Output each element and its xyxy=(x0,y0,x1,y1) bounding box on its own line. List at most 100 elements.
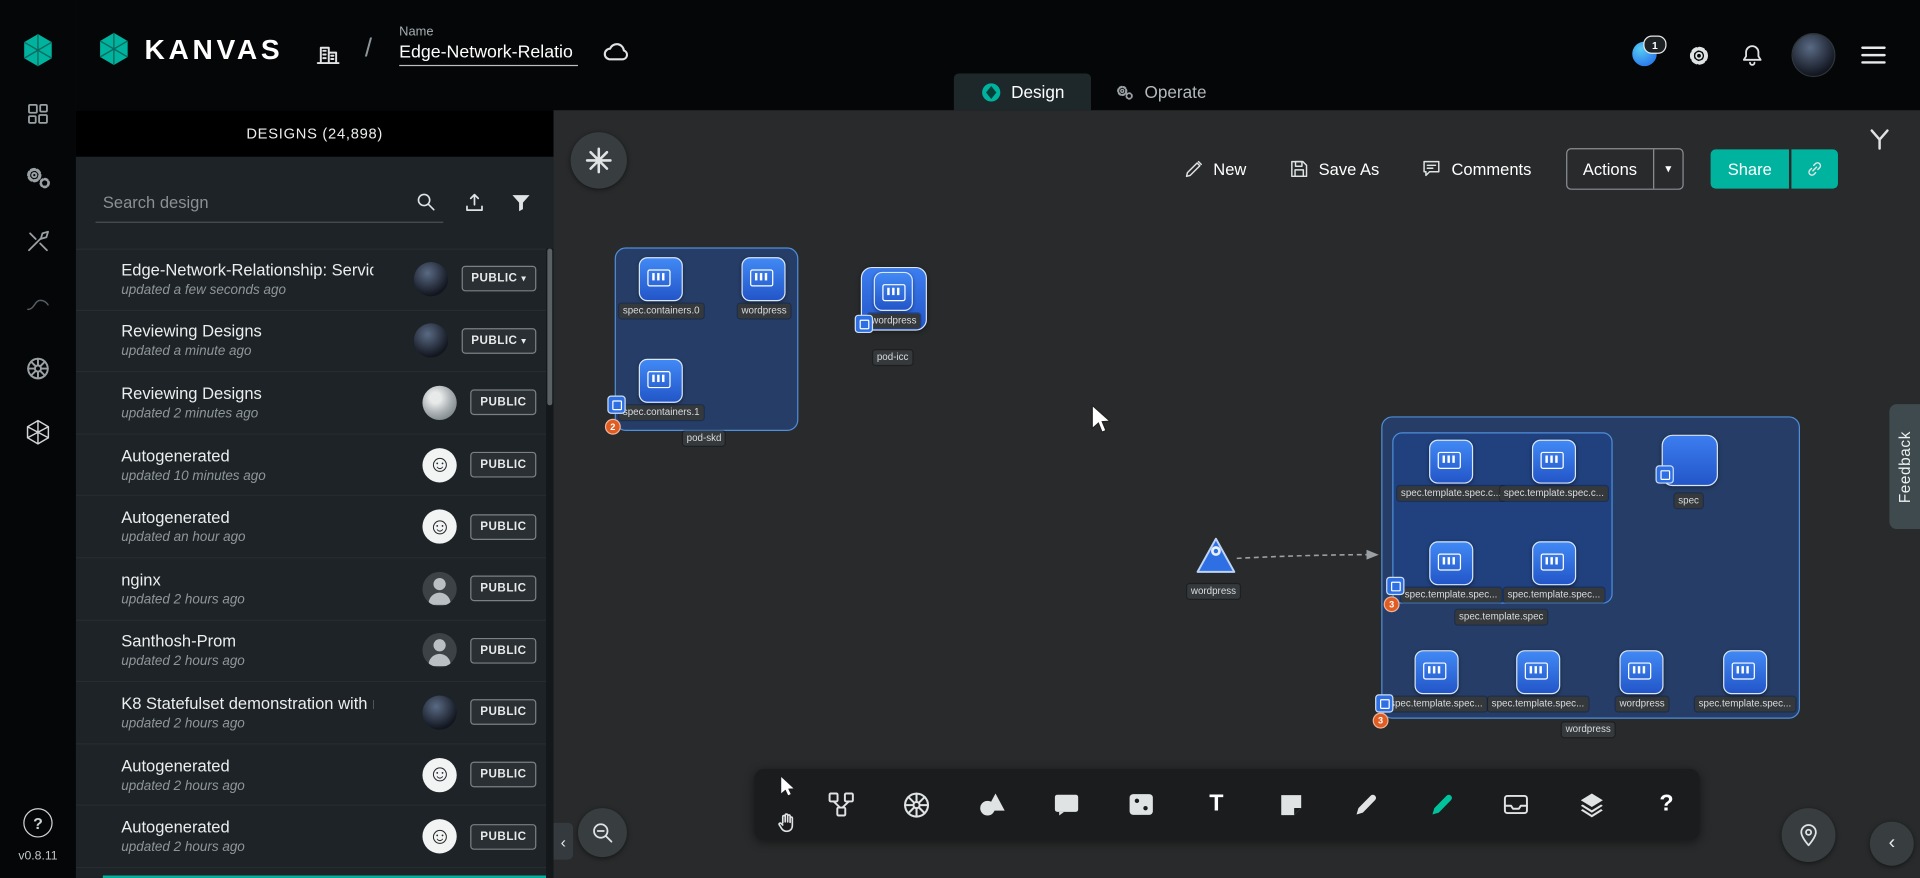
toolbox-icon[interactable] xyxy=(20,223,57,260)
pod-node[interactable]: wordpress xyxy=(868,272,921,328)
design-list-item[interactable]: Reviewing Designs updated a minute ago P… xyxy=(76,311,546,373)
help-icon[interactable]: ? xyxy=(23,808,52,837)
kanvas-logo-icon[interactable] xyxy=(20,32,57,69)
design-canvas[interactable]: New Save As Comments Actions ▾ Share xyxy=(553,110,1920,878)
visibility-badge[interactable]: PUBLIC ▾ xyxy=(461,328,536,354)
annotation-tool[interactable] xyxy=(1050,789,1082,821)
apps-notification-icon[interactable]: 1 xyxy=(1632,42,1659,69)
search-icon[interactable] xyxy=(414,190,438,214)
design-name-input[interactable] xyxy=(399,39,578,66)
design-list-item[interactable]: Santhosh-Prom updated 2 hours ago PUBLIC xyxy=(76,620,546,682)
flow-network-tool[interactable] xyxy=(825,789,857,821)
collapse-right-button[interactable]: ‹ xyxy=(1870,822,1914,866)
group-kind-badge-icon[interactable] xyxy=(1375,694,1393,712)
actions-dropdown-button[interactable]: Actions ▾ xyxy=(1566,148,1684,190)
visibility-badge[interactable]: PUBLIC xyxy=(470,824,536,850)
design-list-item[interactable]: nginx updated 2 hours ago PUBLIC xyxy=(76,558,546,620)
visibility-badge[interactable]: PUBLIC xyxy=(470,390,536,416)
visibility-badge[interactable]: PUBLIC ▾ xyxy=(461,266,536,292)
pod-node[interactable]: spec.template.spec.c... xyxy=(1500,440,1608,501)
dashboard-icon[interactable] xyxy=(20,96,57,133)
comments-button[interactable]: Comments xyxy=(1414,157,1539,181)
pod-node[interactable]: spec.template.spec... xyxy=(1695,650,1795,711)
bell-icon[interactable] xyxy=(1739,42,1766,69)
brand[interactable]: KANVAS xyxy=(96,31,284,68)
visibility-badge[interactable]: PUBLIC xyxy=(470,700,536,726)
pod-node[interactable]: spec.template.spec... xyxy=(1386,650,1486,711)
text-tool[interactable]: T xyxy=(1200,789,1232,821)
tab-design[interactable]: Design xyxy=(954,73,1091,110)
pod-node[interactable]: wordpress xyxy=(738,257,791,318)
service-label[interactable]: wordpress xyxy=(1187,584,1240,599)
meshery-icon[interactable] xyxy=(20,414,57,451)
node-kind-badge-icon[interactable] xyxy=(1656,465,1674,483)
pen-tool[interactable] xyxy=(1350,789,1382,821)
new-button[interactable]: New xyxy=(1175,157,1253,181)
locate-button[interactable] xyxy=(1782,808,1836,862)
inner-group-spec-template-spec[interactable]: spec.template.spec.c... spec.template.sp… xyxy=(1392,432,1612,603)
settings-gears-icon[interactable] xyxy=(20,159,57,196)
pan-hand-tool[interactable] xyxy=(771,807,803,839)
group-kind-badge-icon[interactable] xyxy=(1386,577,1404,595)
visibility-badge[interactable]: PUBLIC xyxy=(470,514,536,540)
filter-funnel-icon[interactable] xyxy=(504,187,536,219)
actions-caret-icon[interactable]: ▾ xyxy=(1653,149,1682,188)
user-avatar[interactable] xyxy=(1791,33,1835,77)
pod-node[interactable]: spec.template.spec... xyxy=(1504,541,1604,602)
copy-link-button[interactable] xyxy=(1791,149,1838,188)
pod-node[interactable]: spec.template.spec.c... xyxy=(1397,440,1505,501)
relationship-curve-icon[interactable] xyxy=(20,287,57,324)
design-list-item[interactable]: K8 Statefulset demonstration with m upda… xyxy=(76,682,546,744)
collaboration-icon[interactable] xyxy=(1866,126,1893,153)
deployment-group-label[interactable]: wordpress xyxy=(1562,722,1615,737)
design-list-item[interactable]: Autogenerated updated 2 hours ago PUBLIC xyxy=(76,744,546,806)
search-input[interactable] xyxy=(100,192,406,213)
pod-node[interactable]: spec.containers.0 xyxy=(619,257,703,318)
canvas-collapse-handle[interactable]: ‹ xyxy=(553,823,573,860)
select-cursor-tool[interactable] xyxy=(771,770,803,802)
sync-cloud-icon[interactable] xyxy=(600,37,632,69)
pod-node[interactable]: spec.containers.1 xyxy=(619,359,703,420)
design-list-item[interactable]: Edge-Network-Relationship: Servic update… xyxy=(76,249,546,311)
spec-node-label[interactable]: spec xyxy=(1675,493,1703,508)
pod-node[interactable]: spec.template.spec... xyxy=(1488,650,1588,711)
design-list-item[interactable]: Reviewing Designs updated 2 minutes ago … xyxy=(76,372,546,434)
snowflake-relationships-button[interactable] xyxy=(571,132,627,188)
media-tool[interactable] xyxy=(1125,789,1157,821)
node-label[interactable]: pod-icc xyxy=(873,350,912,365)
visibility-badge[interactable]: PUBLIC xyxy=(470,762,536,788)
inner-group-label[interactable]: spec.template.spec xyxy=(1455,610,1547,625)
visibility-badge[interactable]: PUBLIC xyxy=(470,576,536,602)
group-kind-badge-icon[interactable] xyxy=(607,396,625,414)
kubernetes-components-tool[interactable] xyxy=(900,789,932,821)
drawer-tool[interactable] xyxy=(1500,789,1532,821)
pod-node-pod-icc[interactable]: wordpress xyxy=(861,267,927,331)
pod-group-pod-skd[interactable]: spec.containers.0 wordpress spec.contain… xyxy=(615,247,799,431)
dock-help-tool[interactable]: ? xyxy=(1651,789,1683,821)
share-button[interactable]: Share xyxy=(1711,149,1789,188)
spec-node[interactable] xyxy=(1662,435,1718,486)
scrollbar-thumb[interactable] xyxy=(547,249,552,406)
sticky-note-tool[interactable] xyxy=(1275,789,1307,821)
tab-operate[interactable]: Operate xyxy=(1091,73,1228,110)
zoom-out-button[interactable] xyxy=(578,808,627,857)
layers-tool[interactable] xyxy=(1575,789,1607,821)
visibility-badge[interactable]: PUBLIC xyxy=(470,452,536,478)
helm-wheel-icon[interactable] xyxy=(20,350,57,387)
relationship-edge[interactable] xyxy=(1234,541,1386,568)
design-list-item[interactable]: Autogenerated updated 10 minutes ago PUB… xyxy=(76,434,546,496)
design-list-item[interactable]: Autogenerated updated an hour ago PUBLIC xyxy=(76,496,546,558)
shapes-tool[interactable] xyxy=(975,789,1007,821)
service-node[interactable] xyxy=(1195,536,1237,575)
feedback-tab[interactable]: Feedback xyxy=(1889,404,1920,529)
designs-scrollbar[interactable] xyxy=(546,249,553,878)
pod-node[interactable]: wordpress xyxy=(1616,650,1669,711)
menu-hamburger-icon[interactable] xyxy=(1861,47,1885,64)
design-list-item[interactable]: Autogenerated updated 2 hours ago PUBLIC xyxy=(76,806,546,868)
settings-gear-icon[interactable] xyxy=(1685,41,1713,69)
node-kind-badge-icon[interactable] xyxy=(855,315,873,333)
save-as-button[interactable]: Save As xyxy=(1281,157,1387,181)
organization-icon[interactable] xyxy=(313,38,342,67)
deployment-group-wordpress[interactable]: spec.template.spec.c... spec.template.sp… xyxy=(1381,416,1800,718)
pod-node[interactable]: spec.template.spec... xyxy=(1401,541,1501,602)
